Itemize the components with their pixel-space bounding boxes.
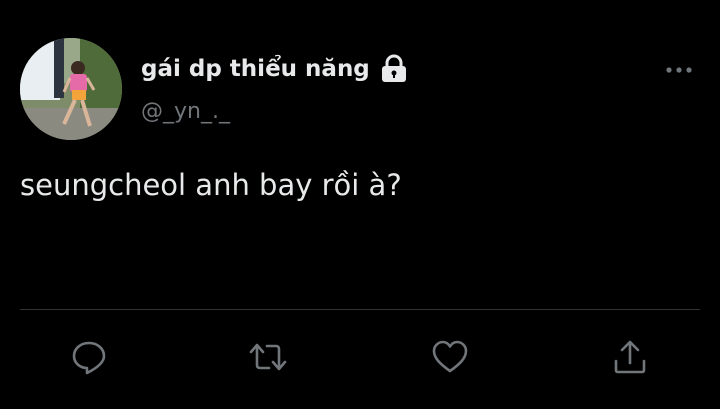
retweet-icon[interactable]: [248, 337, 288, 377]
reply-icon[interactable]: [69, 337, 109, 377]
display-name-text[interactable]: gái dp thiểu năng: [141, 56, 370, 82]
more-horizontal-icon[interactable]: [664, 60, 694, 80]
divider: [20, 309, 700, 310]
like-icon[interactable]: [430, 337, 470, 377]
share-icon[interactable]: [610, 337, 650, 377]
tweet-text: seungcheol anh bay rồi à?: [20, 168, 402, 202]
lock-icon: [380, 54, 408, 84]
avatar[interactable]: [20, 38, 122, 140]
display-name[interactable]: gái dp thiểu năng: [141, 52, 408, 86]
tweet: gái dp thiểu năng @_yn_._ seungcheol anh…: [0, 0, 720, 409]
user-handle[interactable]: @_yn_._: [141, 99, 230, 124]
avatar-photo: [20, 38, 122, 140]
